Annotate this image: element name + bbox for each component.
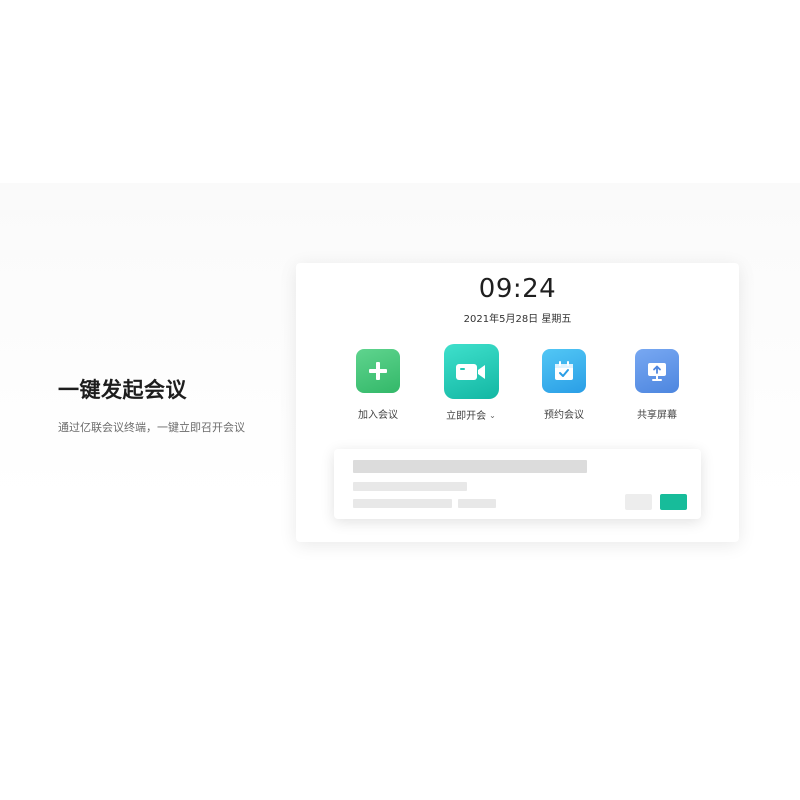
placeholder-line-detail: [353, 499, 452, 508]
schedule-meeting-button[interactable]: 预约会议: [529, 349, 599, 421]
schedule-meeting-tile[interactable]: [542, 349, 586, 393]
join-meeting-label: 加入会议: [358, 410, 398, 421]
join-meeting-button[interactable]: 加入会议: [343, 349, 413, 421]
share-screen-tile[interactable]: [635, 349, 679, 393]
chevron-down-icon[interactable]: ⌄: [489, 411, 496, 420]
video-camera-icon: [456, 363, 485, 380]
secondary-action-button[interactable]: [625, 494, 652, 510]
start-meeting-button[interactable]: 立即开会 ⌄: [436, 344, 506, 422]
share-screen-button[interactable]: 共享屏幕: [622, 349, 692, 421]
primary-action-button[interactable]: [660, 494, 687, 510]
clock-date: 2021年5月28日 星期五: [463, 314, 572, 325]
start-meeting-tile[interactable]: [443, 344, 499, 399]
top-background: [0, 0, 800, 183]
feature-description: 通过亿联会议终端，一键立即召开会议: [58, 421, 245, 434]
calendar-check-icon: [555, 361, 573, 380]
share-screen-label: 共享屏幕: [637, 410, 677, 421]
share-screen-icon: [648, 363, 666, 381]
clock-time: 09:24: [478, 274, 557, 304]
placeholder-line-title: [353, 460, 587, 473]
feature-title: 一键发起会议: [58, 378, 187, 402]
placeholder-line-tag: [458, 499, 496, 508]
placeholder-line-subtitle: [353, 482, 467, 491]
plus-icon: [369, 362, 387, 380]
schedule-meeting-label: 预约会议: [544, 410, 584, 421]
meeting-list-card: [334, 449, 701, 519]
join-meeting-tile[interactable]: [356, 349, 400, 393]
start-meeting-label: 立即开会: [446, 411, 487, 422]
